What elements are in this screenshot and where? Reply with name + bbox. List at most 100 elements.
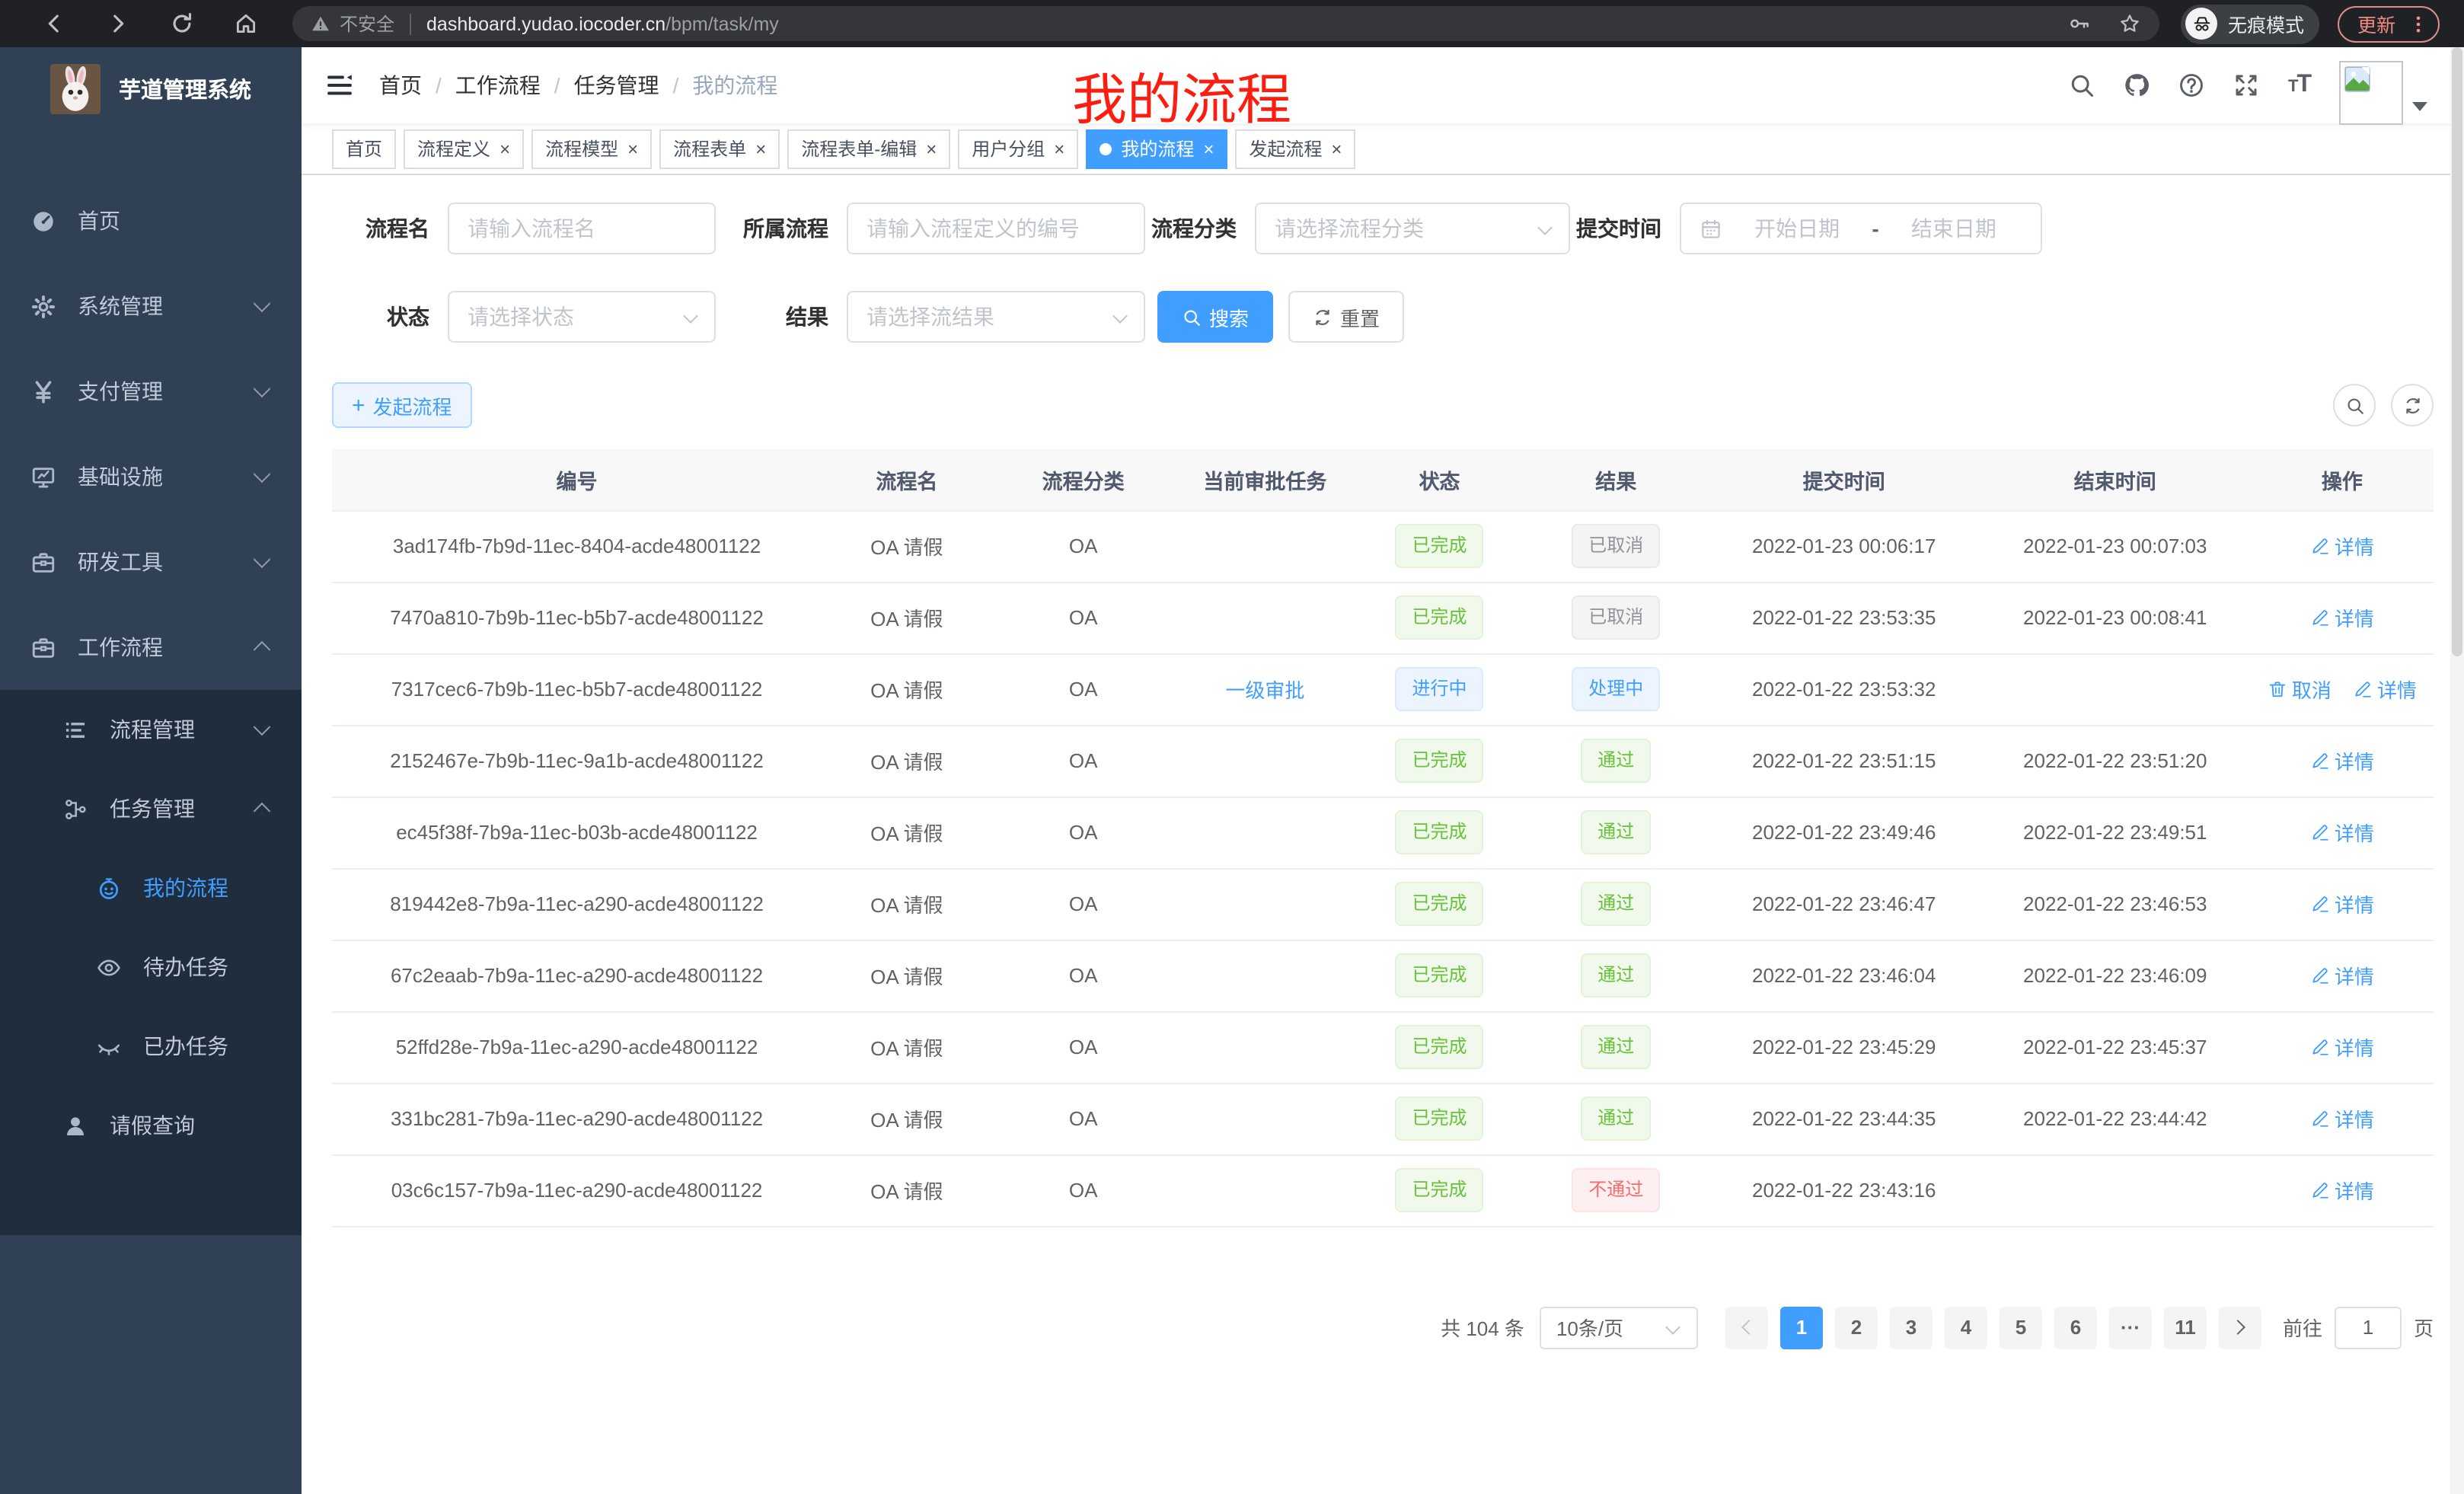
action-详情[interactable]: 详情 [2353,675,2417,704]
result-badge: 通过 [1581,1026,1651,1069]
process-name-input[interactable] [448,203,716,254]
browser-home-button[interactable] [213,0,277,47]
page-unit-label: 页 [2414,1313,2434,1342]
sidebar-toggle-button[interactable] [324,70,355,101]
action-取消[interactable]: 取消 [2268,675,2332,704]
close-icon[interactable]: × [1054,139,1064,158]
sidebar-item-首页[interactable]: 首页 [0,178,302,263]
app-logo[interactable]: 芋道管理系统 [0,47,302,131]
tab-流程表单[interactable]: 流程表单 × [659,129,780,168]
sidebar-item-基础设施[interactable]: 基础设施 [0,434,302,519]
breadcrumb-item-任务管理[interactable]: 任务管理 [574,70,659,101]
action-详情[interactable]: 详情 [2310,1176,2374,1205]
page-button-11[interactable]: 11 [2164,1306,2207,1349]
sidebar-item-工作流程[interactable]: 工作流程 [0,605,302,690]
github-button[interactable] [2110,47,2165,123]
submit-time-range-picker[interactable]: 开始日期 - 结束日期 [1680,203,2042,254]
sidebar-item-流程管理[interactable]: 流程管理 [0,690,302,769]
help-button[interactable] [2165,47,2220,123]
parent-process-input[interactable] [847,203,1145,254]
action-详情[interactable]: 详情 [2310,889,2374,918]
sidebar-item-待办任务[interactable]: 待办任务 [0,927,302,1007]
browser-toolbar: 不安全 dashboard.yudao.iocoder.cn/bpm/task/… [0,0,2464,47]
toggle-search-button[interactable] [2333,384,2376,426]
result-select[interactable]: 请选择流结果 [847,291,1145,343]
search-button[interactable]: 搜索 [1157,291,1273,343]
tab-首页[interactable]: 首页 [332,129,396,168]
browser-reload-button[interactable] [149,0,213,47]
fullscreen-button[interactable] [2220,47,2274,123]
breadcrumb-item-工作流程[interactable]: 工作流程 [455,70,541,101]
page-size-select[interactable]: 10条/页 [1540,1306,1698,1349]
result-badge: 通过 [1581,811,1651,854]
action-详情[interactable]: 详情 [2310,1033,2374,1061]
status-badge: 已完成 [1395,739,1483,783]
avatar-dropdown-caret[interactable] [2412,102,2427,111]
browser-back-button[interactable] [21,0,85,47]
sidebar-item-已办任务[interactable]: 已办任务 [0,1007,302,1086]
action-详情[interactable]: 详情 [2310,603,2374,632]
password-key-icon[interactable] [2068,12,2091,35]
action-详情[interactable]: 详情 [2310,746,2374,775]
menu-icon [30,293,56,319]
current-task-link[interactable]: 一级审批 [1225,679,1304,702]
cell-process-id: 819442e8-7b9a-11ec-a290-acde48001122 [332,868,822,940]
user-avatar[interactable] [2339,61,2403,125]
sidebar-item-请假查询[interactable]: 请假查询 [0,1086,302,1165]
close-icon[interactable]: × [627,139,638,158]
page-button-4[interactable]: 4 [1945,1306,1987,1349]
tab-流程模型[interactable]: 流程模型 × [531,129,652,168]
tab-label: 我的流程 [1121,136,1194,161]
tab-流程表单-编辑[interactable]: 流程表单-编辑 × [787,129,950,168]
header-search-button[interactable] [2055,47,2110,123]
end-date-placeholder[interactable]: 结束日期 [1885,213,2022,244]
page-scrollbar[interactable] [2450,47,2464,1494]
process-category-select[interactable]: 请选择流程分类 [1255,203,1570,254]
tab-流程定义[interactable]: 流程定义 × [404,129,524,168]
bookmark-star-icon[interactable] [2118,12,2141,35]
action-详情[interactable]: 详情 [2310,1104,2374,1133]
reset-button[interactable]: 重置 [1288,291,1404,343]
browser-update-button[interactable]: 更新 [2338,5,2440,42]
cell-end-time: 2022-01-22 23:46:09 [1980,940,2251,1011]
refresh-table-button[interactable] [2391,384,2434,426]
sidebar-item-我的流程[interactable]: 我的流程 [0,848,302,927]
cell-category: OA [992,1011,1175,1083]
scrollbar-thumb[interactable] [2452,47,2462,656]
page-button-6[interactable]: 6 [2054,1306,2097,1349]
page-button-1[interactable]: 1 [1780,1306,1823,1349]
font-size-button[interactable]: TT [2274,47,2324,123]
menu-icon [30,378,56,404]
sidebar-item-支付管理[interactable]: 支付管理 [0,349,302,434]
more-pages-button[interactable]: ··· [2109,1306,2152,1349]
close-icon[interactable]: × [500,139,510,158]
address-bar[interactable]: 不安全 dashboard.yudao.iocoder.cn/bpm/task/… [292,6,2159,41]
prev-page-button[interactable] [1725,1306,1768,1349]
tab-用户分组[interactable]: 用户分组 × [958,129,1078,168]
page-button-3[interactable]: 3 [1890,1306,1933,1349]
breadcrumb-item-首页[interactable]: 首页 [379,70,422,101]
goto-page-input[interactable] [2335,1306,2402,1349]
next-page-button[interactable] [2219,1306,2261,1349]
close-icon[interactable]: × [755,139,766,158]
close-icon[interactable]: × [1331,139,1342,158]
sidebar-item-任务管理[interactable]: 任务管理 [0,769,302,848]
result-badge: 通过 [1581,739,1651,783]
close-icon[interactable]: × [926,139,937,158]
sidebar-item-研发工具[interactable]: 研发工具 [0,519,302,605]
result-badge: 通过 [1581,883,1651,926]
start-date-placeholder[interactable]: 开始日期 [1728,213,1866,244]
sidebar-item-系统管理[interactable]: 系统管理 [0,263,302,349]
browser-forward-button[interactable] [85,0,149,47]
start-process-button[interactable]: +发起流程 [332,382,472,428]
action-详情[interactable]: 详情 [2310,818,2374,847]
status-select[interactable]: 请选择状态 [448,291,716,343]
browser-menu-icon[interactable] [2408,13,2429,34]
page-button-5[interactable]: 5 [2000,1306,2042,1349]
page-button-2[interactable]: 2 [1835,1306,1878,1349]
close-icon[interactable]: × [1203,139,1214,158]
action-详情[interactable]: 详情 [2310,532,2374,560]
status-badge: 已完成 [1395,954,1483,998]
sidebar: 芋道管理系统 首页 系统管理 支付管理 基础设施 研发工具 工作流程 流程管理 … [0,47,302,1494]
action-详情[interactable]: 详情 [2310,961,2374,990]
